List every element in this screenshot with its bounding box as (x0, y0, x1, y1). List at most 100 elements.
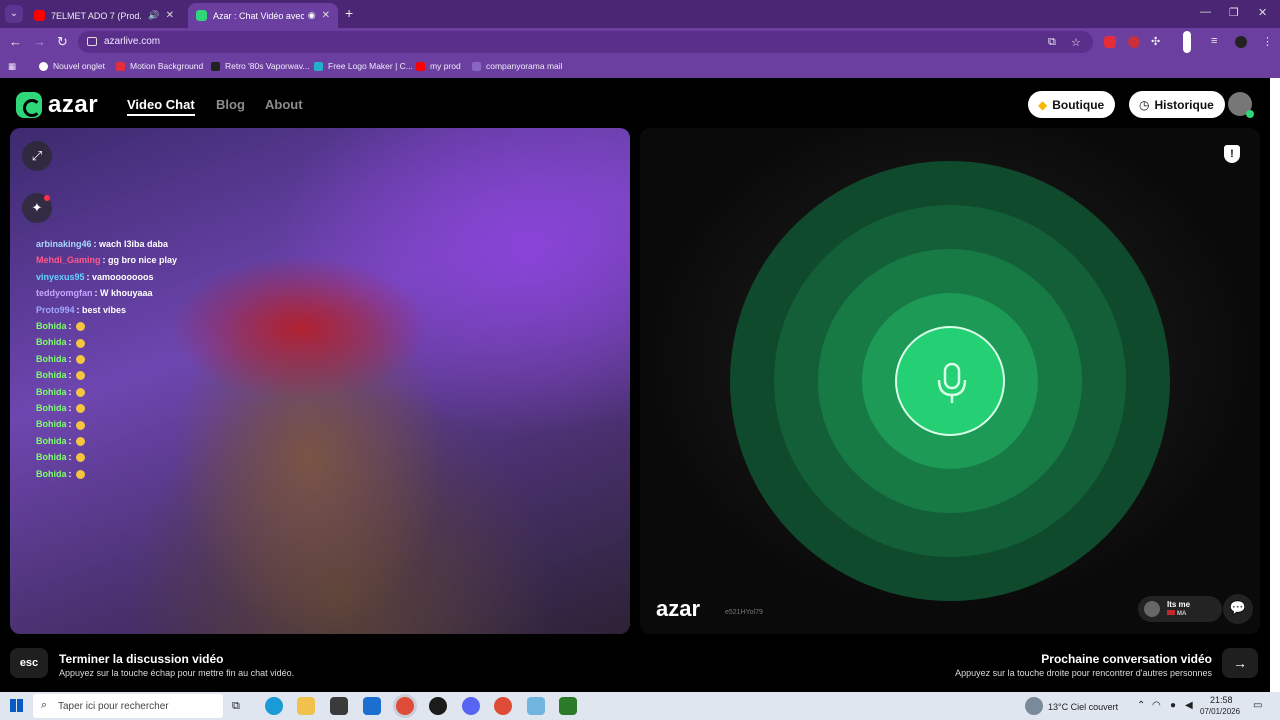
app-icon[interactable] (527, 697, 545, 715)
emote-icon (76, 371, 85, 381)
report-shield-icon[interactable]: ! (1224, 145, 1240, 163)
clock-time[interactable]: 21:58 (1210, 695, 1233, 705)
close-tab-icon[interactable]: ✕ (322, 10, 330, 21)
chat-bubble-icon[interactable]: 💬 (1223, 594, 1253, 624)
notification-icon[interactable]: ▭ (1253, 700, 1262, 711)
extension-icon[interactable] (1183, 31, 1191, 53)
peer-profile-chip[interactable]: Its me MA (1138, 596, 1222, 622)
expand-icon[interactable]: ⤢ (22, 141, 52, 171)
tab-youtube[interactable]: 7ELMET ADO 7 (Prod. By W 🔊 ✕ (26, 3, 182, 28)
outlook-icon[interactable] (363, 697, 381, 715)
tray-chevron-icon[interactable]: ⌃ (1137, 700, 1145, 711)
youtube-favicon-icon (34, 10, 45, 21)
chat-username: Proto994 (36, 304, 75, 315)
user-avatar-icon[interactable] (1228, 92, 1254, 118)
chat-username: Mehdi_Gaming (36, 255, 101, 266)
extensions-puzzle-icon[interactable]: ✣ (1151, 35, 1160, 48)
chrome-icon[interactable] (396, 697, 414, 715)
page-scrollbar[interactable] (1270, 78, 1280, 692)
obs-icon[interactable] (429, 697, 447, 715)
microphone-button[interactable] (895, 326, 1005, 436)
peer-country: MA (1167, 610, 1186, 617)
chrome-icon[interactable] (494, 697, 512, 715)
bookmark-item[interactable]: Nouvel onglet (39, 61, 105, 71)
chat-separator: : (68, 386, 74, 397)
site-info-icon[interactable] (87, 37, 97, 46)
edge-icon[interactable] (265, 697, 283, 715)
bookmark-item[interactable]: my prod (416, 61, 461, 71)
store-icon[interactable] (330, 697, 348, 715)
bookmark-label: my prod (430, 61, 461, 71)
wifi-icon[interactable]: ◠ (1152, 700, 1161, 711)
bookmark-item[interactable]: Retro '80s Vaporwav... (211, 61, 309, 71)
bookmark-item[interactable]: Free Logo Maker | C... (314, 61, 413, 71)
chat-message: Bohida: (36, 400, 177, 416)
next-chat-title[interactable]: Prochaine conversation vidéo (1041, 652, 1212, 666)
profile-avatar-icon[interactable] (1235, 36, 1247, 48)
cast-icon[interactable]: ⧉ (1048, 36, 1056, 49)
forward-icon[interactable]: → (33, 34, 46, 49)
file-explorer-icon[interactable] (297, 697, 315, 715)
browser-tab-bar: ⌄ 7ELMET ADO 7 (Prod. By W 🔊 ✕ Azar : Ch… (0, 0, 1280, 28)
effects-sparkle-icon[interactable]: ✦ (22, 193, 52, 223)
chat-username: Bohida (36, 419, 67, 430)
minimize-icon[interactable]: — (1200, 6, 1211, 18)
extension-icon[interactable] (1128, 36, 1140, 48)
chat-username: arbinaking46 (36, 239, 92, 249)
clock-date[interactable]: 07/01/2026 (1200, 707, 1240, 716)
morocco-flag-icon (1167, 610, 1175, 615)
next-arrow-button[interactable]: → (1222, 648, 1258, 678)
taskbar-search[interactable]: ⌕ Taper ici pour rechercher (33, 694, 223, 718)
bookmark-item[interactable]: Motion Background (116, 61, 203, 71)
close-tab-icon[interactable]: ✕ (166, 10, 174, 21)
boutique-button[interactable]: ◆ Boutique (1028, 91, 1116, 118)
globe-icon (39, 61, 48, 71)
restore-icon[interactable]: ❐ (1229, 6, 1239, 19)
bookmark-star-icon[interactable]: ☆ (1071, 36, 1081, 49)
local-video: ⤢ ✦ arbinaking46: wach l3iba daba Mehdi_G… (10, 128, 630, 634)
windows-start-icon[interactable] (10, 699, 23, 712)
chat-message: Bohida: (36, 318, 177, 334)
historique-button[interactable]: ◷ Historique (1129, 91, 1225, 118)
nav-blog[interactable]: Blog (216, 97, 245, 112)
azar-watermark: azar (656, 596, 701, 621)
discord-icon[interactable] (462, 697, 480, 715)
close-window-icon[interactable]: ✕ (1258, 6, 1267, 19)
chat-message: Mehdi_Gaming: gg bro nice play (36, 252, 177, 268)
extension-icon[interactable] (1104, 36, 1116, 48)
media-control-icon[interactable]: ≡ (1211, 35, 1217, 47)
new-tab-icon[interactable]: + (345, 5, 353, 21)
end-chat-title[interactable]: Terminer la discussion vidéo (59, 652, 224, 666)
weather-text[interactable]: 13°C Ciel couvert (1048, 702, 1118, 712)
url-text[interactable]: azarlive.com (104, 36, 160, 47)
chat-username: Bohida (36, 353, 67, 364)
chat-username: teddyomgfan (36, 288, 93, 299)
volume-icon[interactable]: ◀ (1185, 700, 1193, 711)
chat-username: Bohida (36, 337, 67, 348)
chat-message: Proto994: best vibes (36, 302, 177, 318)
bookmark-favicon-icon (314, 61, 323, 71)
tab-azar[interactable]: Azar : Chat Vidéo avec de n ◉ ✕ (188, 3, 338, 28)
tab-search-icon[interactable]: ⌄ (5, 5, 23, 23)
bookmark-item[interactable]: companyorama mail (472, 61, 563, 71)
azar-page: azar Video Chat Blog About ◆ Boutique ◷ … (0, 78, 1270, 692)
browser-menu-icon[interactable]: ⋮ (1262, 35, 1273, 48)
nav-about[interactable]: About (265, 97, 303, 112)
azar-favicon-icon (196, 10, 207, 21)
bookmark-favicon-icon (472, 61, 481, 71)
mic-tray-icon[interactable]: ● (1170, 700, 1176, 711)
reload-icon[interactable]: ↻ (57, 34, 68, 50)
task-view-icon[interactable]: ⧉ (232, 697, 250, 715)
azar-logo[interactable]: azar (16, 91, 98, 119)
app-icon[interactable] (559, 697, 577, 715)
apps-grid-icon[interactable]: ▦ (8, 61, 16, 72)
bookmark-label: Nouvel onglet (53, 61, 105, 71)
esc-button[interactable]: esc (10, 648, 48, 678)
back-icon[interactable]: ← (9, 34, 22, 49)
peer-country-code: MA (1177, 611, 1187, 617)
emote-icon (76, 437, 85, 446)
speaker-icon[interactable]: 🔊 (148, 10, 159, 21)
chat-message: Bohida: (36, 384, 177, 400)
url-omnibox[interactable]: azarlive.com ⧉ ☆ (78, 31, 1093, 53)
nav-video-chat[interactable]: Video Chat (127, 97, 195, 116)
